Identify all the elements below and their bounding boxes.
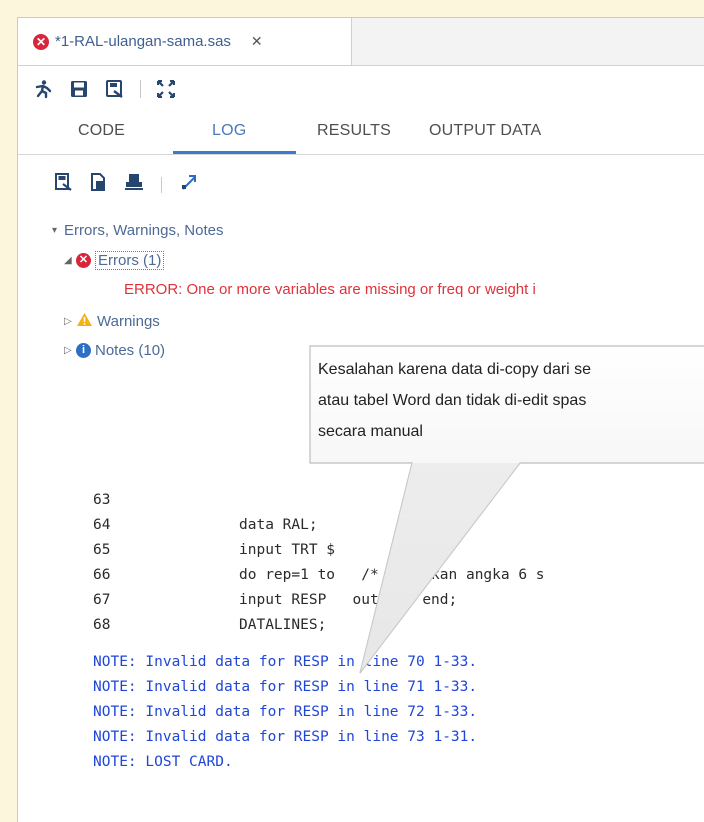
line-number: 68 bbox=[93, 617, 111, 633]
tree-notes[interactable]: ▷ i Notes (10) bbox=[64, 342, 165, 359]
log-toolbar bbox=[55, 173, 198, 196]
log-note: NOTE: Invalid data for RESP in line 71 1… bbox=[93, 679, 478, 695]
caret-down-icon[interactable]: ▾ bbox=[52, 225, 64, 236]
close-tab-icon[interactable]: ✕ bbox=[251, 33, 263, 50]
program-tab[interactable]: ✕ *1-RAL-ulangan-sama.sas ✕ bbox=[18, 18, 352, 65]
code-line: 65 input TRT $ bbox=[93, 542, 335, 558]
save-icon[interactable] bbox=[68, 78, 90, 100]
callout-line: atau tabel Word dan tidak di-edit spas bbox=[318, 392, 587, 409]
tab-log[interactable]: LOG bbox=[212, 122, 246, 140]
log-note: NOTE: Invalid data for RESP in line 72 1… bbox=[93, 704, 478, 720]
line-number: 63 bbox=[93, 492, 111, 508]
print-icon[interactable] bbox=[125, 173, 143, 196]
notes-label: Notes (10) bbox=[95, 342, 166, 359]
line-number: 64 bbox=[93, 517, 111, 533]
log-note: NOTE: Invalid data for RESP in line 73 1… bbox=[93, 729, 478, 745]
callout-text: Kesalahan karena data di-copy dari se at… bbox=[318, 354, 704, 447]
code-text: data RAL; bbox=[239, 517, 318, 533]
error-message-row[interactable]: ERROR: One or more variables are missing… bbox=[124, 281, 536, 298]
log-note: NOTE: LOST CARD. bbox=[93, 754, 233, 770]
caret-right-icon[interactable]: ▷ bbox=[64, 316, 76, 327]
line-number: 67 bbox=[93, 592, 111, 608]
maximize-icon[interactable] bbox=[155, 78, 177, 100]
program-toolbar bbox=[32, 74, 177, 104]
log-toolbar-separator bbox=[161, 176, 162, 193]
code-line: 63 bbox=[93, 492, 239, 508]
code-line: 66 do rep=1 to /* Gantikan angka 6 s bbox=[93, 567, 545, 583]
error-icon: ✕ bbox=[76, 253, 91, 268]
caret-down-icon[interactable]: ◢ bbox=[64, 255, 76, 266]
error-message: ERROR: One or more variables are missing… bbox=[124, 281, 536, 298]
active-tab-indicator bbox=[173, 151, 296, 154]
line-number: 66 bbox=[93, 567, 111, 583]
tree-root[interactable]: ▾ Errors, Warnings, Notes bbox=[52, 222, 224, 239]
code-line: 67 input RESP output; end; bbox=[93, 592, 457, 608]
expand-icon[interactable] bbox=[180, 173, 198, 196]
callout-line: Kesalahan karena data di-copy dari se bbox=[318, 361, 592, 378]
export-log-icon[interactable] bbox=[90, 173, 107, 196]
info-icon: i bbox=[76, 343, 91, 358]
tab-code[interactable]: CODE bbox=[78, 122, 125, 140]
save-log-icon[interactable] bbox=[55, 173, 72, 196]
program-tab-title: *1-RAL-ulangan-sama.sas bbox=[55, 33, 231, 50]
warning-icon bbox=[76, 312, 93, 331]
tree-errors[interactable]: ◢ ✕ Errors (1) bbox=[64, 251, 165, 270]
error-status-icon: ✕ bbox=[33, 33, 49, 50]
errors-label: Errors (1) bbox=[95, 251, 165, 270]
tab-output-data[interactable]: OUTPUT DATA bbox=[429, 122, 541, 140]
caret-right-icon[interactable]: ▷ bbox=[64, 345, 76, 356]
code-line: 64 data RAL; bbox=[93, 517, 318, 533]
save-as-icon[interactable] bbox=[104, 78, 126, 100]
log-note: NOTE: Invalid data for RESP in line 70 1… bbox=[93, 654, 478, 670]
tree-root-label: Errors, Warnings, Notes bbox=[64, 222, 224, 239]
line-number: 65 bbox=[93, 542, 111, 558]
code-text: input TRT $ bbox=[239, 542, 336, 558]
code-text: do rep=1 to /* Gantikan angka 6 s bbox=[239, 567, 545, 583]
code-text: input RESP output; end; bbox=[239, 592, 458, 608]
callout-line: secara manual bbox=[318, 423, 423, 440]
run-icon[interactable] bbox=[32, 78, 54, 100]
tab-results[interactable]: RESULTS bbox=[317, 122, 391, 140]
tree-warnings[interactable]: ▷ Warnings bbox=[64, 312, 160, 331]
code-text: DATALINES; bbox=[239, 617, 327, 633]
warnings-label: Warnings bbox=[97, 313, 160, 330]
view-tabs: CODE LOG RESULTS OUTPUT DATA bbox=[18, 114, 704, 155]
editor-tab-bar: ✕ *1-RAL-ulangan-sama.sas ✕ bbox=[18, 18, 704, 66]
code-line: 68 DATALINES; bbox=[93, 617, 326, 633]
toolbar-separator bbox=[140, 80, 141, 98]
